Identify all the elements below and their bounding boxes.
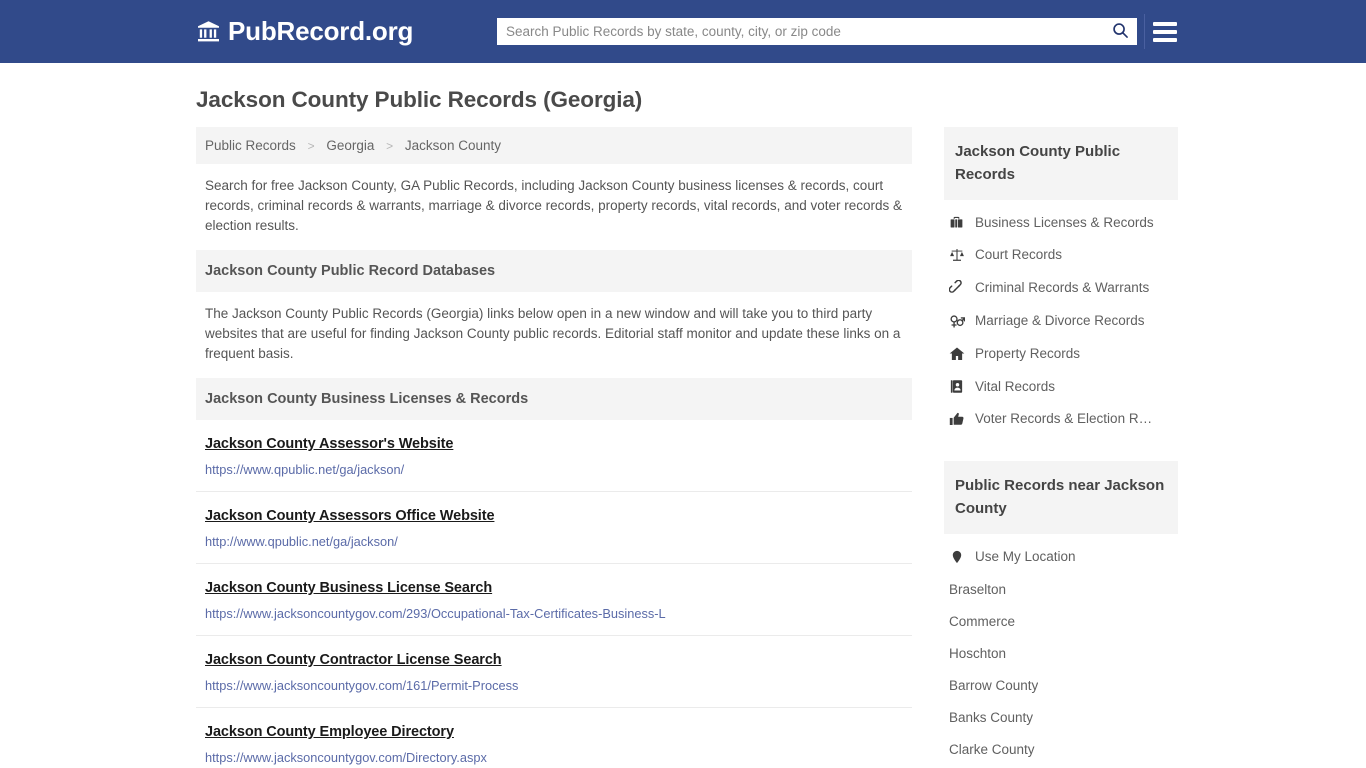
list-item: Jackson County Assessors Office Website … xyxy=(196,492,912,564)
sidebar-item-commerce[interactable]: Commerce xyxy=(944,605,1178,637)
search-button[interactable] xyxy=(1103,18,1137,45)
record-link-url[interactable]: https://www.qpublic.net/ga/jackson/ xyxy=(205,462,903,477)
hamburger-bar xyxy=(1153,29,1177,34)
list-item: Jackson County Employee Directory https:… xyxy=(196,708,912,768)
site-logo-text: PubRecord.org xyxy=(228,16,414,46)
sidebar-item-label: Marriage & Divorce Records xyxy=(975,313,1145,328)
hamburger-bar xyxy=(1153,37,1177,42)
page-body: Jackson County Public Records (Georgia) … xyxy=(0,63,1366,768)
databases-section-heading: Jackson County Public Record Databases xyxy=(196,250,912,292)
business-section-heading: Jackson County Business Licenses & Recor… xyxy=(196,378,912,420)
sidebar-item-vital-records[interactable]: Vital Records xyxy=(944,370,1178,402)
databases-section-body: The Jackson County Public Records (Georg… xyxy=(205,306,901,361)
sidebar-item-clarke-county[interactable]: Clarke County xyxy=(944,733,1178,765)
thumbs-up-icon xyxy=(948,411,965,427)
search-bar[interactable] xyxy=(497,18,1137,45)
sidebar-item-label: Property Records xyxy=(975,346,1081,361)
sidebar-item-label: Clarke County xyxy=(949,741,1035,757)
sidebar-item-label: Banks County xyxy=(949,709,1034,725)
scales-of-justice-icon xyxy=(948,247,965,263)
search-input[interactable] xyxy=(497,18,1103,45)
header-divider xyxy=(1144,14,1145,49)
hamburger-menu-icon[interactable] xyxy=(1151,17,1177,46)
intro-paragraph: Search for free Jackson County, GA Publi… xyxy=(205,178,902,233)
sidebar-item-label: Braselton xyxy=(949,581,1007,597)
sidebar-item-label: Voter Records & Election R… xyxy=(975,411,1153,426)
home-icon xyxy=(948,346,965,362)
sidebar-item-label: Commerce xyxy=(949,613,1016,629)
sidebar-item-use-my-location[interactable]: Use My Location xyxy=(944,540,1178,573)
search-icon xyxy=(1111,21,1130,43)
record-link-url[interactable]: https://www.jacksoncountygov.com/293/Occ… xyxy=(205,606,903,621)
record-link-url[interactable]: https://www.jacksoncountygov.com/161/Per… xyxy=(205,678,903,693)
page-title: Jackson County Public Records (Georgia) xyxy=(196,87,643,112)
breadcrumb-separator: > xyxy=(307,139,315,153)
sidebar-item-voter-records[interactable]: Voter Records & Election R… xyxy=(944,402,1178,435)
record-link-title[interactable]: Jackson County Contractor License Search xyxy=(205,652,502,668)
list-item: Jackson County Business License Search h… xyxy=(196,564,912,636)
sidebar-item-business-licenses[interactable]: Business Licenses & Records xyxy=(944,206,1178,238)
gender-symbols-icon xyxy=(948,313,965,329)
business-links-list: Jackson County Assessor's Website https:… xyxy=(196,420,912,768)
sidebar-near-list: Use My Location Braselton Commerce Hosch… xyxy=(944,534,1178,765)
breadcrumb-separator: > xyxy=(386,139,394,153)
sidebar-item-label: Hoschton xyxy=(949,645,1007,661)
sidebar-item-label: Criminal Records & Warrants xyxy=(975,280,1150,295)
sidebar-item-label: Vital Records xyxy=(975,378,1056,394)
sidebar-near-heading: Public Records near Jackson County xyxy=(944,461,1178,534)
site-logo-link[interactable]: PubRecord.org xyxy=(196,16,413,47)
record-link-title[interactable]: Jackson County Assessors Office Website xyxy=(205,508,495,524)
sidebar-item-label: Use My Location xyxy=(975,549,1076,564)
record-link-title[interactable]: Jackson County Assessor's Website xyxy=(205,436,453,452)
handcuffs-icon xyxy=(948,279,965,296)
sidebar-records-list: Business Licenses & Records Court Record… xyxy=(944,200,1178,435)
hamburger-bar xyxy=(1153,21,1177,26)
map-pin-icon xyxy=(948,549,965,565)
sidebar: Jackson County Public Records Business L… xyxy=(944,127,1178,765)
sidebar-item-property-records[interactable]: Property Records xyxy=(944,337,1178,370)
bank-building-icon xyxy=(196,20,221,44)
record-link-title[interactable]: Jackson County Business License Search xyxy=(205,580,492,596)
breadcrumb-item-georgia[interactable]: Georgia xyxy=(326,138,374,153)
site-header: PubRecord.org xyxy=(0,0,1366,63)
sidebar-item-label: Business Licenses & Records xyxy=(975,214,1154,230)
list-item: Jackson County Assessor's Website https:… xyxy=(196,420,912,492)
sidebar-near-panel: Public Records near Jackson County Use M… xyxy=(944,461,1178,765)
main-content: Public Records > Georgia > Jackson Count… xyxy=(196,127,912,768)
record-link-url[interactable]: https://www.jacksoncountygov.com/Directo… xyxy=(205,750,903,765)
sidebar-item-criminal-records[interactable]: Criminal Records & Warrants xyxy=(944,271,1178,304)
sidebar-item-label: Court Records xyxy=(975,247,1063,262)
sidebar-item-label: Barrow County xyxy=(949,677,1039,693)
record-link-title[interactable]: Jackson County Employee Directory xyxy=(205,724,454,740)
breadcrumb-item-public-records[interactable]: Public Records xyxy=(205,138,296,153)
sidebar-records-heading: Jackson County Public Records xyxy=(944,127,1178,200)
list-item: Jackson County Contractor License Search… xyxy=(196,636,912,708)
sidebar-item-marriage-divorce[interactable]: Marriage & Divorce Records xyxy=(944,304,1178,337)
record-link-url[interactable]: http://www.qpublic.net/ga/jackson/ xyxy=(205,534,903,549)
id-card-icon xyxy=(948,379,965,394)
briefcase-icon xyxy=(948,215,965,230)
sidebar-item-hoschton[interactable]: Hoschton xyxy=(944,637,1178,669)
breadcrumb-item-jackson-county[interactable]: Jackson County xyxy=(405,138,501,153)
sidebar-item-braselton[interactable]: Braselton xyxy=(944,573,1178,605)
breadcrumb: Public Records > Georgia > Jackson Count… xyxy=(196,127,912,164)
content-columns: Public Records > Georgia > Jackson Count… xyxy=(0,127,1366,768)
sidebar-item-barrow-county[interactable]: Barrow County xyxy=(944,669,1178,701)
sidebar-item-banks-county[interactable]: Banks County xyxy=(944,701,1178,733)
sidebar-item-court-records[interactable]: Court Records xyxy=(944,238,1178,271)
